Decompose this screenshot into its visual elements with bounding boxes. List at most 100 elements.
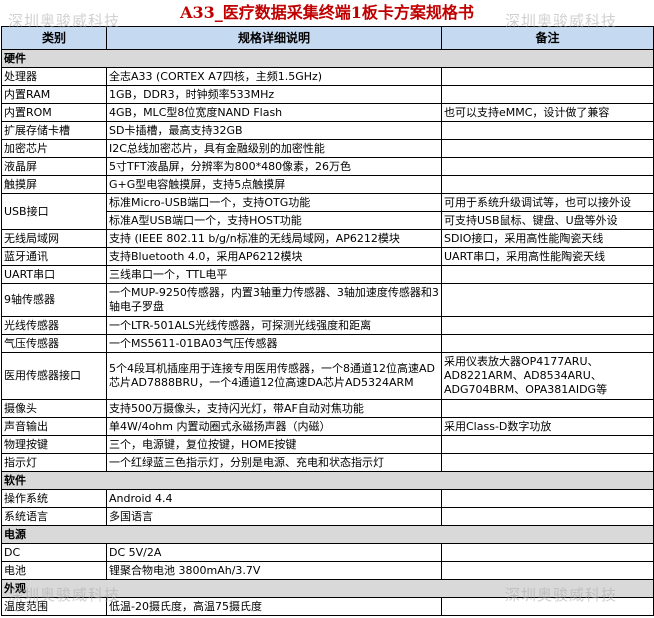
spec-table: 类别 规格详细说明 备注 硬件 处理器 全志A33 (CORTEX A7四核，主频1… — [1, 26, 654, 616]
row-category: 液晶屏 — [1, 157, 107, 176]
row-note: 采用仪表放大器OP4177ARU、AD8221ARM、AD8534ARU、ADG… — [441, 352, 654, 400]
row-category: 医用传感器接口 — [1, 352, 107, 400]
section-row: 硬件 — [1, 49, 654, 68]
row-category: 内置RAM — [1, 85, 107, 104]
row-category: 声音输出 — [1, 417, 107, 436]
row-spec: 5寸TFT液晶屏，分辨率为800*480像素，26万色 — [106, 157, 442, 176]
row-note — [441, 561, 654, 580]
row-spec: 支持500万摄像头，支持闪光灯，带AF自动对焦功能 — [106, 399, 442, 418]
header-note: 备注 — [441, 26, 654, 50]
row-note — [441, 543, 654, 562]
row-note: 可支持USB鼠标、键盘、U盘等外设 — [441, 211, 654, 230]
row-note: 可用于系统升级调试等，也可以接外设 — [441, 193, 654, 212]
table-row: 摄像头 支持500万摄像头，支持闪光灯，带AF自动对焦功能 — [1, 399, 654, 418]
row-spec: 4GB，MLC型8位宽度NAND Flash — [106, 103, 442, 122]
row-spec: 多国语言 — [106, 507, 442, 526]
table-row: 液晶屏 5寸TFT液晶屏，分辨率为800*480像素，26万色 — [1, 157, 654, 176]
row-category: 触摸屏 — [1, 175, 107, 194]
table-row: 温度范围 低温-20摄氏度，高温75摄氏度 — [1, 597, 654, 616]
table-header-row: 类别 规格详细说明 备注 — [1, 26, 654, 50]
table-row: 气压传感器 一个MS5611-01BA03气压传感器 — [1, 334, 654, 353]
row-note: 也可以支持eMMC，设计做了兼容 — [441, 103, 654, 122]
row-spec: I2C总线加密芯片，具有金融级别的加密性能 — [106, 139, 442, 158]
row-category: DC — [1, 543, 107, 562]
row-category: 操作系统 — [1, 489, 107, 508]
row-note — [441, 283, 654, 317]
row-spec: 一个MUP-9250传感器，内置3轴重力传感器、3轴加速度传感器和3轴电子罗盘 — [106, 283, 442, 317]
row-category: 指示灯 — [1, 453, 107, 472]
row-note — [441, 435, 654, 454]
row-note — [441, 85, 654, 104]
row-category: 物理按键 — [1, 435, 107, 454]
row-spec: 低温-20摄氏度，高温75摄氏度 — [106, 597, 442, 616]
table-row: 医用传感器接口 5个4段耳机插座用于连接专用医用传感器，一个8通道12位高速AD芯… — [1, 352, 654, 400]
row-spec: 一个红绿蓝三色指示灯，分别是电源、充电和状态指示灯 — [106, 453, 442, 472]
table-row: 操作系统 Android 4.4 — [1, 489, 654, 508]
row-spec: 5个4段耳机插座用于连接专用医用传感器，一个8通道12位高速AD芯片AD7888… — [106, 352, 442, 400]
table-row: 无线局域网 支持 (IEEE 802.11 b/g/n标准的无线局域网，AP621… — [1, 229, 654, 248]
section-title: 软件 — [1, 471, 654, 490]
table-row: 指示灯 一个红绿蓝三色指示灯，分别是电源、充电和状态指示灯 — [1, 453, 654, 472]
section-row: 外观 — [1, 579, 654, 598]
table-row: 内置RAM 1GB，DDR3，时钟频率533MHz — [1, 85, 654, 104]
row-note — [441, 67, 654, 86]
row-spec: Android 4.4 — [106, 489, 442, 508]
row-category: 光线传感器 — [1, 316, 107, 335]
table-row: 物理按键 三个，电源键，复位按键，HOME按键 — [1, 435, 654, 454]
row-note — [441, 597, 654, 616]
page-title: A33_医疗数据采集终端1板卡方案规格书 — [180, 3, 474, 22]
row-note: SDIO接口，采用高性能陶瓷天线 — [441, 229, 654, 248]
header-category: 类别 — [1, 26, 107, 50]
row-note — [441, 399, 654, 418]
row-note — [441, 175, 654, 194]
row-spec: 三线串口一个，TTL电平 — [106, 265, 442, 284]
section-row: 电源 — [1, 525, 654, 544]
row-note — [441, 507, 654, 526]
row-category: 摄像头 — [1, 399, 107, 418]
table-row: 电池 锂聚合物电池 3800mAh/3.7V — [1, 561, 654, 580]
row-note — [441, 157, 654, 176]
row-note: 采用Class-D数字功放 — [441, 417, 654, 436]
table-row: 加密芯片 I2C总线加密芯片，具有金融级别的加密性能 — [1, 139, 654, 158]
table-row: 处理器 全志A33 (CORTEX A7四核，主频1.5GHz) — [1, 67, 654, 86]
row-note — [441, 139, 654, 158]
row-note — [441, 316, 654, 335]
row-category: 气压传感器 — [1, 334, 107, 353]
row-spec: 单4W/4ohm 内置动圈式永磁扬声器（内磁） — [106, 417, 442, 436]
row-category: 温度范围 — [1, 597, 107, 616]
row-spec: 标准A型USB端口一个，支持HOST功能 — [106, 211, 442, 230]
header-spec: 规格详细说明 — [106, 26, 442, 50]
row-spec: 标准Micro-USB端口一个，支持OTG功能 — [106, 193, 442, 212]
row-spec: SD卡插槽，最高支持32GB — [106, 121, 442, 140]
table-row: UART串口 三线串口一个，TTL电平 — [1, 265, 654, 284]
row-spec: 一个MS5611-01BA03气压传感器 — [106, 334, 442, 353]
row-category: 处理器 — [1, 67, 107, 86]
row-category: UART串口 — [1, 265, 107, 284]
row-note — [441, 489, 654, 508]
row-category: 无线局域网 — [1, 229, 107, 248]
table-row: 蓝牙通讯 支持Bluetooth 4.0，采用AP6212模块 UART串口，采用高… — [1, 247, 654, 266]
row-note — [441, 334, 654, 353]
row-spec: 一个LTR-501ALS光线传感器，可探测光线强度和距离 — [106, 316, 442, 335]
table-row: 内置ROM 4GB，MLC型8位宽度NAND Flash 也可以支持eMMC，设计做… — [1, 103, 654, 122]
table-row: USB接口 标准Micro-USB端口一个，支持OTG功能 可用于系统升级调试等，也… — [1, 193, 654, 230]
row-category: 系统语言 — [1, 507, 107, 526]
table-row: 9轴传感器 一个MUP-9250传感器，内置3轴重力传感器、3轴加速度传感器和3轴… — [1, 283, 654, 317]
table-row: 扩展存储卡槽 SD卡插槽，最高支持32GB — [1, 121, 654, 140]
row-spec: 1GB，DDR3，时钟频率533MHz — [106, 85, 442, 104]
row-note — [441, 121, 654, 140]
row-category: 扩展存储卡槽 — [1, 121, 107, 140]
row-category: 蓝牙通讯 — [1, 247, 107, 266]
row-spec: 全志A33 (CORTEX A7四核，主频1.5GHz) — [106, 67, 442, 86]
row-category: 加密芯片 — [1, 139, 107, 158]
row-spec: 三个，电源键，复位按键，HOME按键 — [106, 435, 442, 454]
row-category: 内置ROM — [1, 103, 107, 122]
row-category: 电池 — [1, 561, 107, 580]
row-spec: 支持 (IEEE 802.11 b/g/n标准的无线局域网，AP6212模块 — [106, 229, 442, 248]
section-title: 电源 — [1, 525, 654, 544]
table-row: 触摸屏 G+G型电容触摸屏，支持5点触摸屏 — [1, 175, 654, 194]
row-category: USB接口 — [1, 193, 107, 230]
row-spec: 支持Bluetooth 4.0，采用AP6212模块 — [106, 247, 442, 266]
table-row: 系统语言 多国语言 — [1, 507, 654, 526]
section-title: 外观 — [1, 579, 654, 598]
